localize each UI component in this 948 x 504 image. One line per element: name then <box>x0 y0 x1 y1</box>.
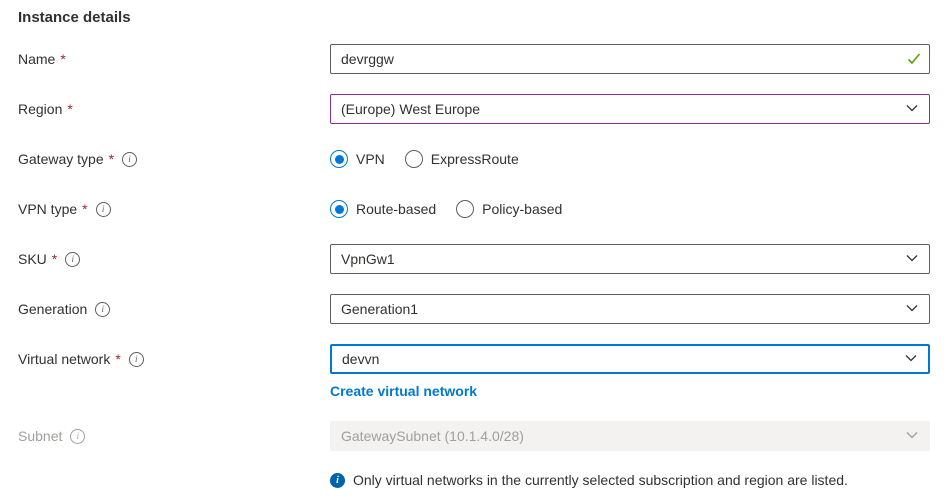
radio-option-route-based[interactable]: Route-based <box>330 200 436 218</box>
required-asterisk: * <box>115 351 121 367</box>
subnet-row: Subnet i GatewaySubnet (10.1.4.0/28) <box>18 421 930 451</box>
radio-unselected-icon <box>404 150 423 168</box>
chevron-down-icon <box>904 351 918 368</box>
region-value: (Europe) West Europe <box>341 101 481 117</box>
radio-option-vpn[interactable]: VPN <box>330 150 385 168</box>
name-row: Name * <box>18 44 930 74</box>
radio-option-expressroute[interactable]: ExpressRoute <box>404 150 519 168</box>
generation-label: Generation i <box>18 294 330 324</box>
chevron-down-icon <box>905 251 919 268</box>
info-filled-icon: i <box>330 473 345 488</box>
info-icon[interactable]: i <box>95 301 111 317</box>
virtual-network-row: Virtual network * i devvn Create virtual … <box>18 344 930 401</box>
radio-selected-icon <box>330 150 348 168</box>
vpn-type-label: VPN type * i <box>18 194 330 224</box>
sku-dropdown[interactable]: VpnGw1 <box>330 244 930 274</box>
gateway-type-row: Gateway type * i VPN ExpressRoute <box>18 144 930 174</box>
required-asterisk: * <box>51 251 58 267</box>
vpn-type-row: VPN type * i Route-based Policy-based <box>18 194 930 224</box>
required-asterisk: * <box>67 101 73 117</box>
subnet-value: GatewaySubnet (10.1.4.0/28) <box>341 428 524 444</box>
chevron-down-icon <box>905 428 919 445</box>
sku-value: VpnGw1 <box>341 251 395 267</box>
virtual-network-dropdown[interactable]: devvn <box>330 344 930 374</box>
required-asterisk: * <box>60 51 66 67</box>
sku-label: SKU * i <box>18 244 330 274</box>
vpn-type-radio-group: Route-based Policy-based <box>330 194 930 224</box>
chevron-down-icon <box>905 301 919 318</box>
generation-value: Generation1 <box>341 301 419 317</box>
virtual-network-value: devvn <box>342 351 380 367</box>
section-title: Instance details <box>18 9 131 26</box>
radio-option-policy-based[interactable]: Policy-based <box>456 200 562 218</box>
name-label: Name * <box>18 51 66 67</box>
info-icon[interactable]: i <box>128 351 144 367</box>
info-note: i Only virtual networks in the currently… <box>330 471 930 490</box>
valid-check-icon <box>907 52 921 69</box>
region-dropdown[interactable]: (Europe) West Europe <box>330 94 930 124</box>
sku-row: SKU * i VpnGw1 <box>18 244 930 274</box>
region-label: Region * <box>18 101 73 117</box>
subnet-label: Subnet i <box>18 421 330 451</box>
radio-unselected-icon <box>456 200 475 218</box>
instance-details-section: Instance details Name* Region* (Europe) … <box>0 0 948 490</box>
radio-selected-icon <box>330 200 348 218</box>
create-virtual-network-link[interactable]: Create virtual network <box>330 382 477 401</box>
virtual-network-label: Virtual network * i <box>18 344 330 374</box>
subnet-dropdown: GatewaySubnet (10.1.4.0/28) <box>330 421 930 451</box>
gateway-type-radio-group: VPN ExpressRoute <box>330 144 930 174</box>
info-icon[interactable]: i <box>95 201 111 217</box>
info-icon[interactable]: i <box>65 251 81 267</box>
gateway-type-label: Gateway type * i <box>18 144 330 174</box>
required-asterisk: * <box>82 201 88 217</box>
name-input[interactable] <box>330 44 930 74</box>
info-note-text: Only virtual networks in the currently s… <box>353 472 848 488</box>
info-icon[interactable]: i <box>122 151 138 167</box>
region-row: Region * (Europe) West Europe <box>18 94 930 124</box>
chevron-down-icon <box>905 101 919 118</box>
generation-row: Generation i Generation1 <box>18 294 930 324</box>
generation-dropdown[interactable]: Generation1 <box>330 294 930 324</box>
info-icon[interactable]: i <box>70 428 86 444</box>
required-asterisk: * <box>108 151 115 167</box>
